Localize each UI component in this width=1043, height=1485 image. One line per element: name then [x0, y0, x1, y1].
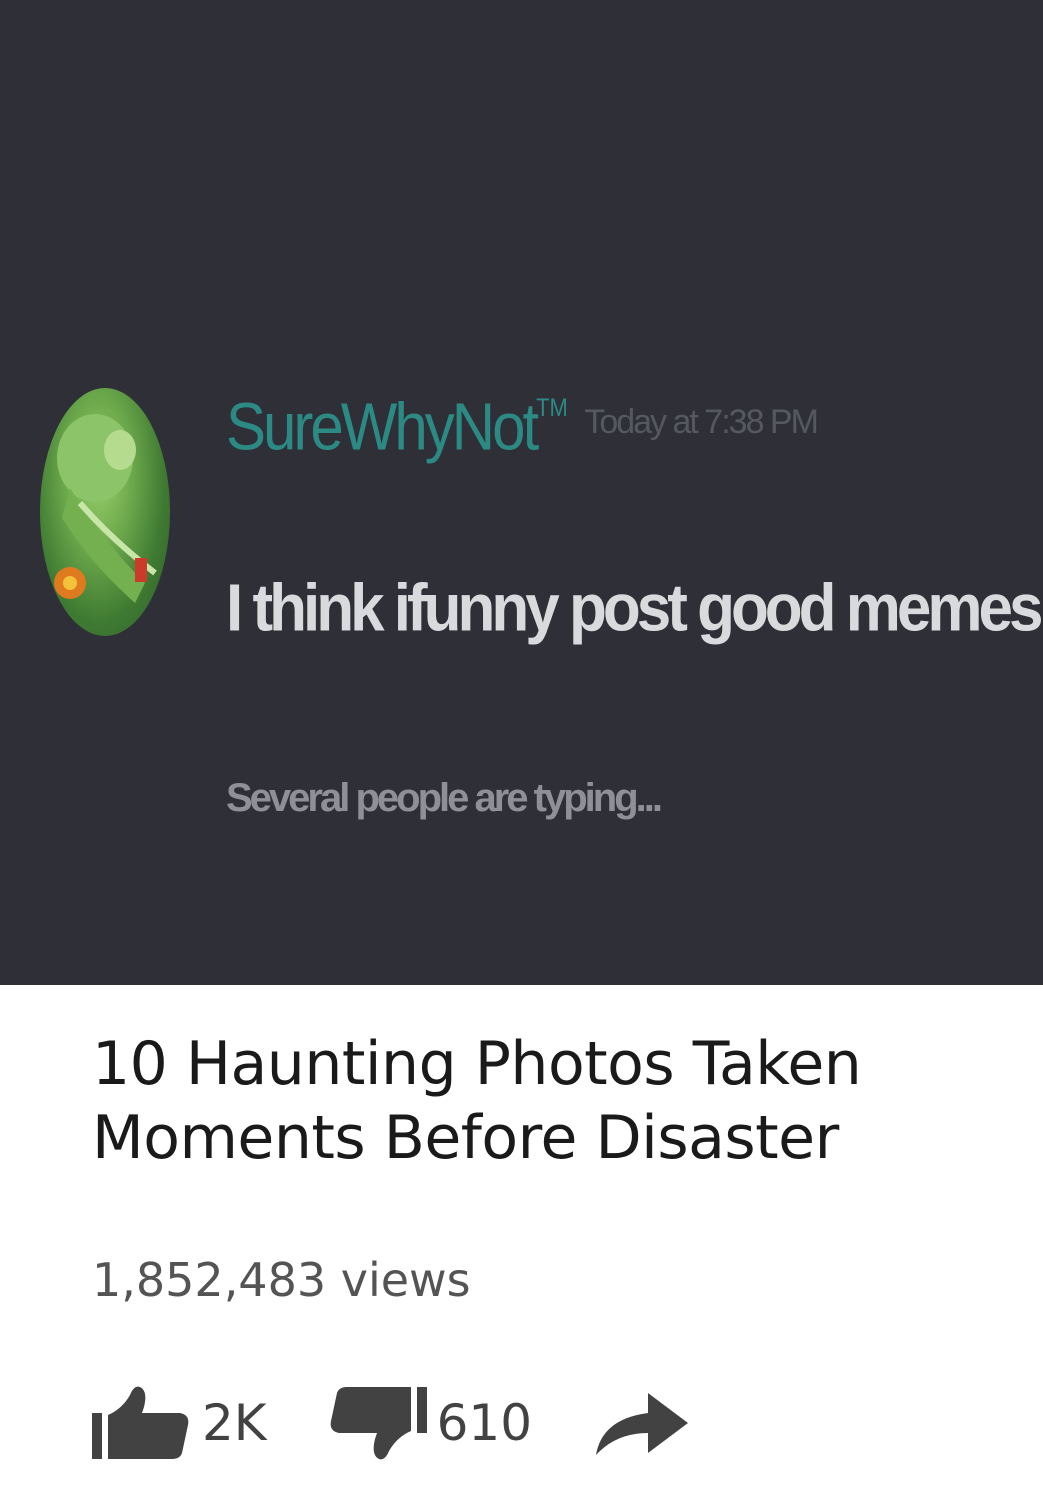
- dislike-button[interactable]: 610: [327, 1383, 532, 1463]
- avatar[interactable]: [40, 388, 170, 636]
- share-button[interactable]: [592, 1383, 692, 1463]
- share-arrow-icon[interactable]: [592, 1383, 692, 1463]
- message-header: SureWhyNotTM Today at 7:38 PM: [226, 388, 819, 478]
- like-count: 2K: [202, 1394, 267, 1452]
- typing-indicator: Several people are typing...: [226, 776, 663, 820]
- action-row: 2K 610: [92, 1378, 692, 1468]
- video-info-panel: 10 Haunting Photos Taken Moments Before …: [0, 985, 1043, 1485]
- dislike-count: 610: [436, 1394, 533, 1452]
- message-text: I think ifunny post good memes: [226, 571, 1043, 646]
- username[interactable]: SureWhyNotTM: [226, 388, 568, 465]
- timestamp: Today at 7:38 PM: [584, 403, 819, 441]
- video-title: 10 Haunting Photos Taken Moments Before …: [92, 1029, 862, 1173]
- username-text[interactable]: SureWhyNot: [226, 389, 539, 464]
- thumbs-up-icon[interactable]: [92, 1383, 192, 1463]
- frog-avatar-icon: [54, 414, 157, 603]
- view-count: 1,852,483 views: [92, 1253, 471, 1307]
- thumbs-down-icon[interactable]: [327, 1383, 427, 1463]
- like-button[interactable]: 2K: [92, 1383, 267, 1463]
- chat-panel: SureWhyNotTM Today at 7:38 PM I think if…: [0, 0, 1043, 985]
- username-badge: TM: [536, 393, 568, 422]
